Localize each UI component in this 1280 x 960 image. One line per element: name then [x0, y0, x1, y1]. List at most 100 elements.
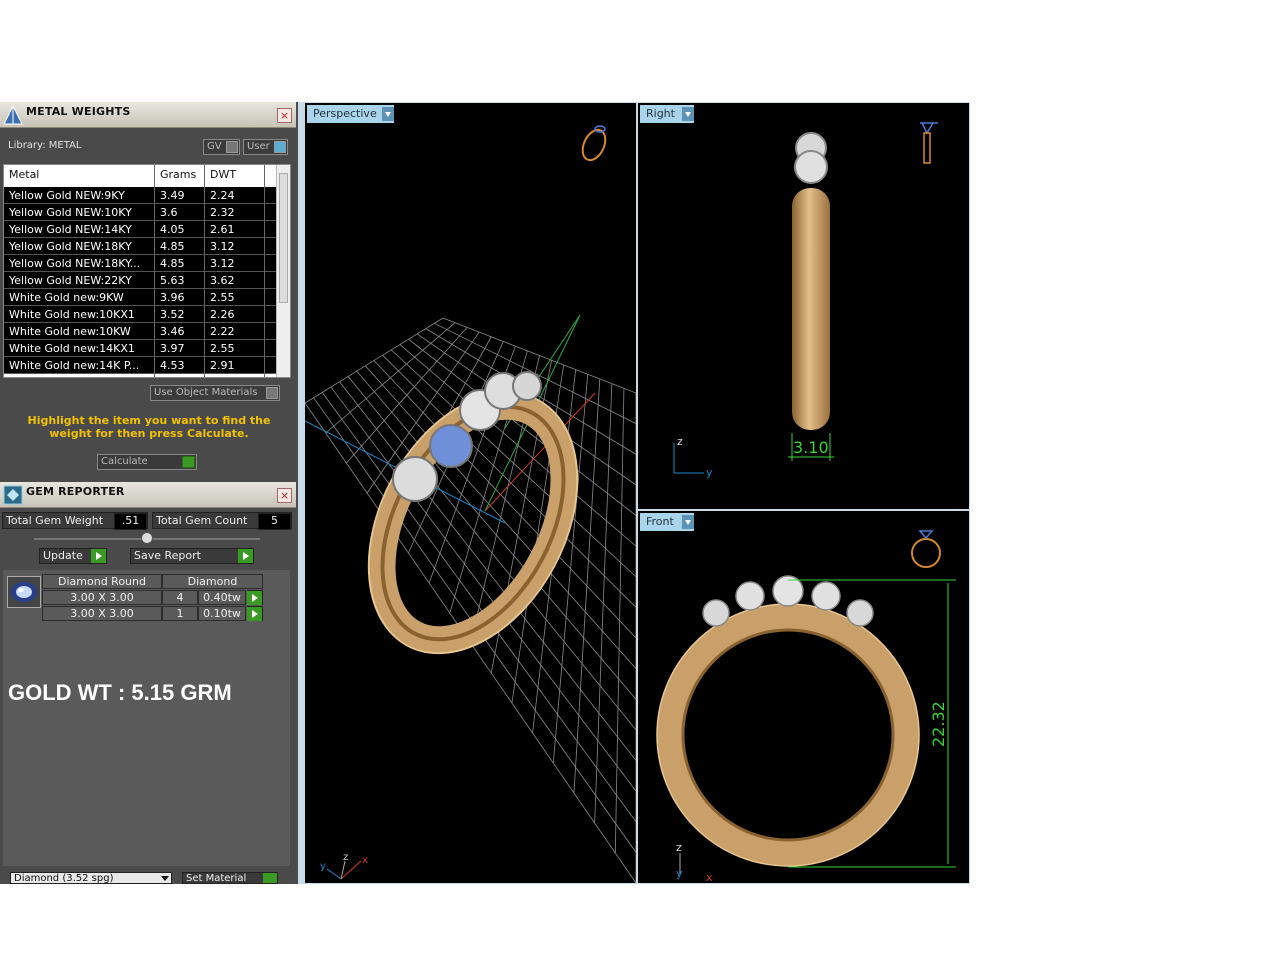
user-knob: [274, 141, 286, 153]
metal-row[interactable]: Yellow Gold NEW:22KY 5.63 3.62: [4, 272, 276, 289]
left-panel: METAL WEIGHTS × Library: METAL GV User M…: [0, 102, 298, 884]
metal-table-rows: Yellow Gold NEW:9KY 3.49 2.24 Yellow Gold N…: [4, 187, 276, 374]
diamond-stone: [794, 150, 828, 184]
grams-cell: 4.53: [160, 359, 185, 372]
gem-weight-cell: 0.10tw: [198, 606, 246, 621]
calculate-label: Calculate: [101, 456, 148, 467]
set-material-go-icon: [263, 873, 277, 883]
metal-row[interactable]: White Gold new:14K P... 4.53 2.91: [4, 357, 276, 374]
dwt-cell: 2.61: [210, 223, 235, 236]
total-gem-count-value: 5: [258, 513, 291, 530]
column-divider: [154, 165, 155, 377]
gem-count-cell: 1: [162, 606, 198, 621]
dwt-column-header[interactable]: DWT: [210, 168, 236, 181]
metal-name-cell: Yellow Gold NEW:18KY...: [9, 257, 141, 270]
grams-column-header[interactable]: Grams: [160, 168, 196, 181]
total-gem-weight-value: .51: [114, 513, 147, 530]
metal-weights-title: METAL WEIGHTS: [26, 105, 131, 118]
set-material-button[interactable]: Set Material: [182, 872, 278, 884]
column-divider: [264, 165, 265, 377]
metal-row[interactable]: White Gold new:9KW 3.96 2.55: [4, 289, 276, 306]
metal-table: Metal Grams DWT Yellow Gold NEW:9KY 3.49 2…: [3, 164, 291, 378]
user-toggle[interactable]: User: [243, 139, 288, 155]
calculate-button[interactable]: Calculate: [97, 454, 197, 470]
diamond-gem-thumbnail[interactable]: [7, 576, 41, 608]
metal-table-header: Metal Grams DWT: [4, 165, 276, 185]
column-divider: [204, 165, 205, 377]
gem-weight-cell: 0.40tw: [198, 590, 246, 605]
right-scene: 3.10 z y: [673, 122, 938, 479]
gem-row-go-button[interactable]: [247, 606, 263, 621]
view-ring-glyph-icon: [920, 122, 938, 164]
scrollbar-thumb[interactable]: [279, 173, 288, 303]
gold-weight-note: GOLD WT : 5.15 GRM: [8, 680, 232, 705]
save-report-go-icon: [238, 549, 253, 563]
calculate-go-icon: [182, 456, 195, 468]
axis-tripod-icon: [326, 860, 362, 880]
user-label: User: [247, 141, 270, 152]
gem-reporter-icon: [3, 485, 23, 505]
metal-name-cell: Yellow Gold NEW:14KY: [9, 223, 132, 236]
set-material-label: Set Material: [186, 873, 247, 884]
report-slider-handle[interactable]: [141, 532, 153, 544]
use-object-materials-knob: [266, 387, 278, 399]
grams-cell: 3.49: [160, 189, 185, 202]
gv-toggle[interactable]: GV: [203, 139, 240, 155]
front-viewport[interactable]: Front 22.32 z y x: [638, 511, 969, 883]
dwt-cell: 2.91: [210, 359, 235, 372]
metal-name-cell: White Gold new:10KX1: [9, 308, 135, 321]
diamond-stone: [811, 581, 841, 611]
grams-cell: 3.46: [160, 325, 185, 338]
perspective-viewport[interactable]: Perspective y z x: [305, 103, 636, 883]
gem-reporter-close-button[interactable]: ×: [277, 488, 292, 503]
gem-size-cell: 3.00 X 3.00: [42, 606, 162, 621]
axis-z-label: z: [343, 852, 348, 863]
update-button[interactable]: Update: [39, 548, 107, 564]
grams-cell: 4.85: [160, 257, 185, 270]
height-dimension-label: 22.32: [929, 701, 948, 747]
metal-column-header[interactable]: Metal: [9, 168, 39, 181]
app-window: METAL WEIGHTS × Library: METAL GV User M…: [0, 0, 1280, 960]
dwt-cell: 2.32: [210, 206, 235, 219]
metal-row[interactable]: Yellow Gold NEW:14KY 4.05 2.61: [4, 221, 276, 238]
axis-z-label: z: [676, 841, 682, 854]
right-viewport[interactable]: Right 3.10 z y: [638, 103, 969, 509]
diamond-stone: [846, 599, 874, 627]
chevron-down-icon: [161, 876, 169, 881]
use-object-materials-toggle[interactable]: Use Object Materials: [150, 385, 280, 401]
metal-name-cell: White Gold new:14KX1: [9, 342, 135, 355]
dwt-cell: 2.55: [210, 342, 235, 355]
metal-row[interactable]: Yellow Gold NEW:10KY 3.6 2.32: [4, 204, 276, 221]
metal-weights-close-button[interactable]: ×: [277, 108, 292, 123]
metal-row[interactable]: White Gold new:14KX1 3.97 2.55: [4, 340, 276, 357]
axis-z-label: z: [677, 435, 683, 448]
axis-x-label: x: [706, 871, 713, 883]
metal-table-scrollbar[interactable]: [276, 165, 290, 377]
update-label: Update: [43, 549, 83, 562]
metal-row[interactable]: Yellow Gold NEW:9KY 3.49 2.24: [4, 187, 276, 204]
gem-size-cell: 3.00 X 3.00: [42, 590, 162, 605]
view-ring-glyph-icon: [581, 125, 607, 162]
material-select-value: Diamond (3.52 spg): [14, 873, 114, 884]
go-arrow-icon: [247, 607, 262, 621]
grams-cell: 3.52: [160, 308, 185, 321]
metal-row[interactable]: White Gold new:10KW 3.46 2.22: [4, 323, 276, 340]
material-select[interactable]: Diamond (3.52 spg): [10, 872, 172, 884]
grams-cell: 4.05: [160, 223, 185, 236]
view-ring-glyph-icon: [911, 530, 941, 568]
dwt-cell: 3.12: [210, 257, 235, 270]
metal-row[interactable]: White Gold new:10KX1 3.52 2.26: [4, 306, 276, 323]
calculate-hint: Highlight the item you want to find the …: [27, 414, 271, 440]
dwt-cell: 2.24: [210, 189, 235, 202]
metal-row[interactable]: Yellow Gold NEW:18KY 4.85 3.12: [4, 238, 276, 255]
ring-band-front: [657, 604, 919, 866]
total-gem-count-label: Total Gem Count: [156, 514, 248, 527]
axis-y-label: y: [706, 466, 713, 479]
metal-row[interactable]: Yellow Gold NEW:18KY... 4.85 3.12: [4, 255, 276, 272]
grams-cell: 3.96: [160, 291, 185, 304]
gem-row-go-button[interactable]: [247, 590, 263, 605]
save-report-button[interactable]: Save Report: [130, 548, 254, 564]
gem-reporter-title: GEM REPORTER: [26, 485, 125, 498]
gv-label: GV: [207, 141, 222, 152]
update-go-icon: [91, 549, 106, 563]
